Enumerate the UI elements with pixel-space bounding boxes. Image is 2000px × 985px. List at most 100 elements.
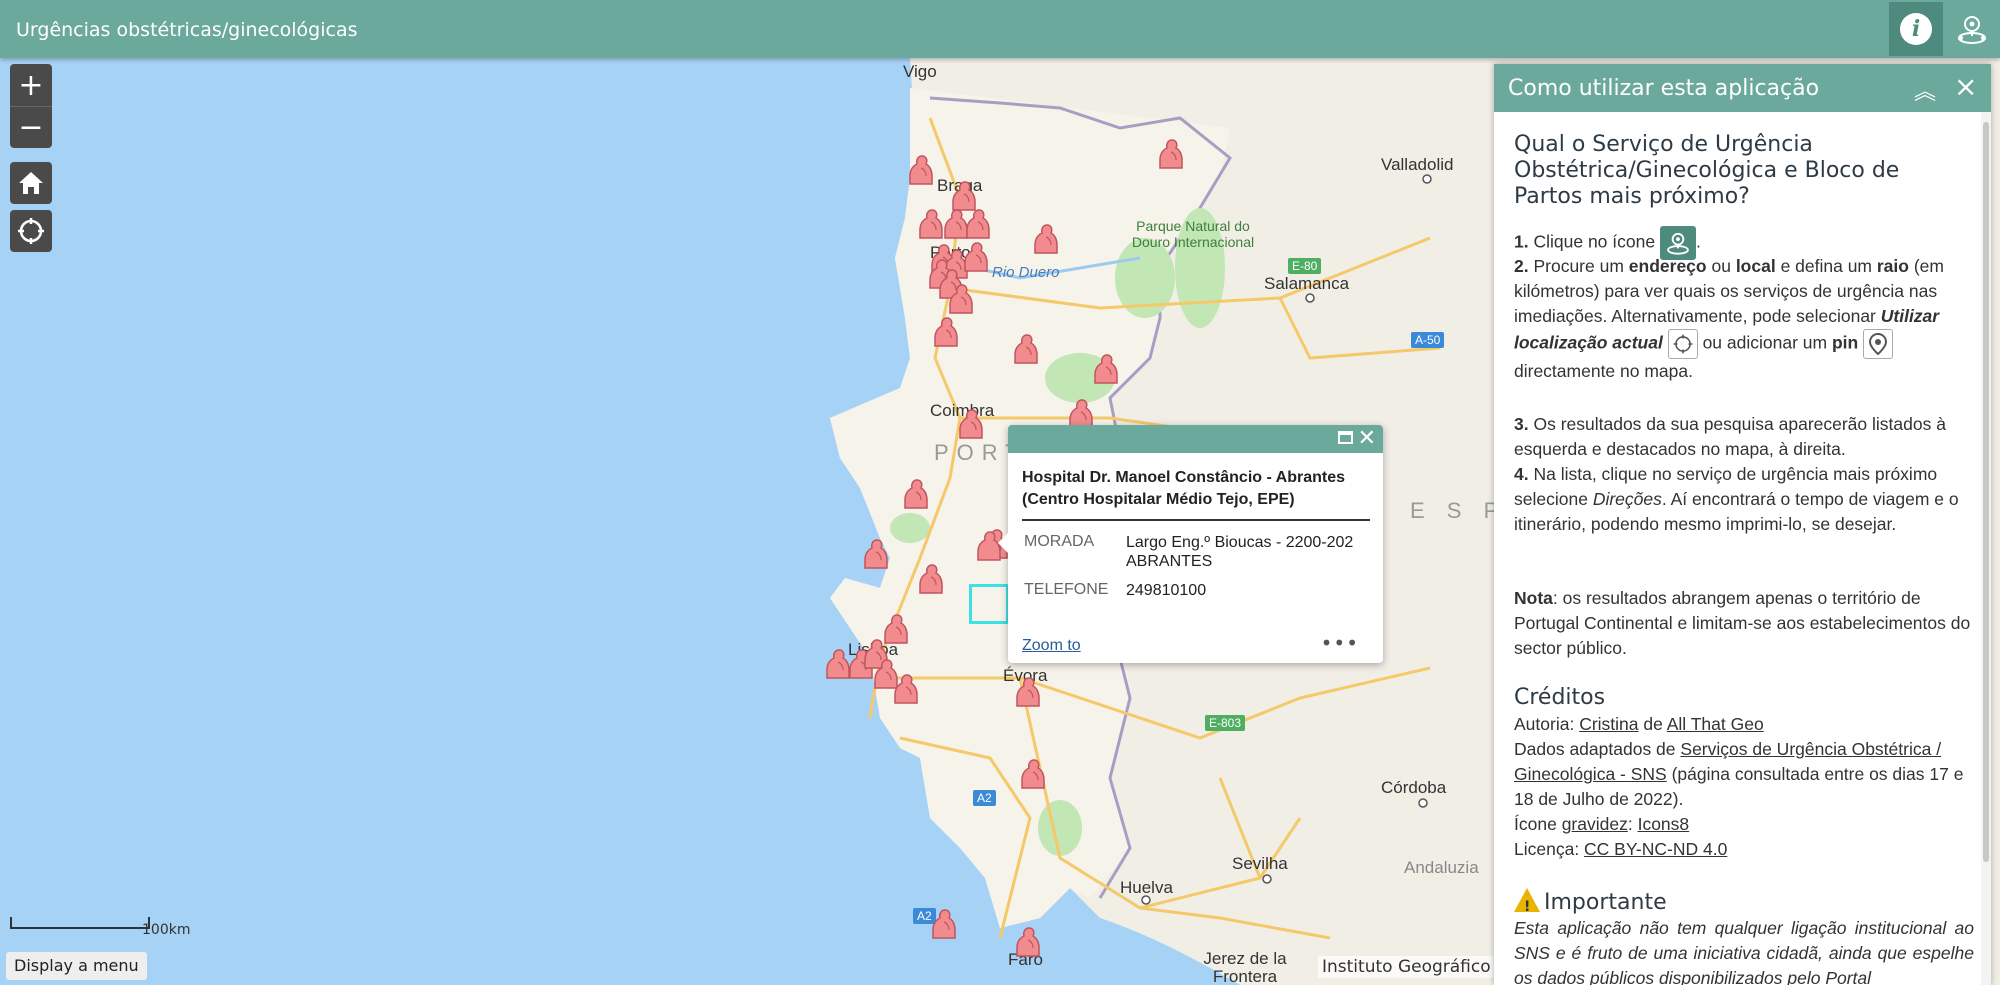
road-a2-north: A2 (973, 790, 996, 806)
app-title: Urgências obstétricas/ginecológicas (16, 19, 358, 41)
scale-label: 100km (142, 922, 191, 938)
author-link[interactable]: Cristina (1579, 714, 1638, 734)
field-value: Largo Eng.º Bioucas - 2200-202 ABRANTES (1126, 534, 1354, 570)
step-3: 3. Os resultados da sua pesquisa aparece… (1514, 412, 1974, 462)
info-button[interactable]: i (1889, 2, 1943, 56)
hospital-marker[interactable] (1010, 333, 1040, 365)
hospital-marker[interactable] (905, 154, 935, 186)
step-bold: endereço (1628, 256, 1707, 276)
field-label: MORADA (1024, 533, 1095, 550)
step-italic: Direções (1592, 489, 1662, 509)
hospital-marker[interactable] (928, 908, 958, 940)
zoom-controls: + − (10, 64, 52, 148)
zoom-to-link[interactable]: Zoom to (1022, 637, 1081, 655)
credits-text: Autoria: Cristina de All That Geo Dados … (1514, 712, 1974, 862)
hospital-popup: ✕ Hospital Dr. Manoel Constâncio - Abran… (998, 425, 1383, 663)
collapse-icon[interactable]: ︽ (1914, 74, 1936, 106)
map-label-valladolid: Valladolid (1381, 155, 1454, 174)
info-icon: i (1900, 13, 1932, 45)
hospital-marker[interactable] (860, 538, 890, 570)
important-label: Importante (1544, 890, 1667, 915)
map-label-salamanca: Salamanca (1264, 274, 1350, 293)
close-icon[interactable]: ✕ (1358, 426, 1376, 451)
hospital-marker[interactable] (1017, 758, 1047, 790)
road-a50: A-50 (1411, 332, 1445, 348)
crosshair-icon (18, 218, 44, 244)
panel-titlebar: Como utilizar esta aplicação ︽ × (1494, 64, 1991, 112)
hospital-marker[interactable] (1155, 138, 1185, 170)
allthatgeo-link[interactable]: All That Geo (1667, 714, 1764, 734)
credit-text: Dados adaptados de (1514, 739, 1681, 759)
credit-text: : (1627, 814, 1638, 834)
app-header: Urgências obstétricas/ginecológicas i (0, 0, 2000, 58)
hospital-marker[interactable] (900, 478, 930, 510)
license-link[interactable]: CC BY-NC-ND 4.0 (1584, 839, 1727, 859)
map-label-andaluzia: Andaluzia (1404, 858, 1479, 877)
step-bold: raio (1876, 256, 1909, 276)
credit-text: Licença: (1514, 839, 1585, 859)
zoom-in-button[interactable]: + (10, 64, 52, 106)
popup-pointer (998, 533, 1008, 553)
locate-button[interactable] (10, 210, 52, 252)
road-e80: E-80 (1288, 258, 1322, 274)
popup-divider (1022, 519, 1370, 521)
panel-scrollbar[interactable] (1981, 112, 1991, 985)
field-label: TELEFONE (1024, 581, 1109, 598)
note-label: Nota (1514, 588, 1553, 608)
map-label-espana: E S P (1410, 498, 1507, 523)
hospital-marker[interactable] (945, 283, 975, 315)
crosshair-icon (1667, 329, 1698, 359)
warning-icon: ! (1514, 888, 1540, 915)
hospital-marker[interactable] (890, 673, 920, 705)
step-text: directamente no mapa. (1514, 361, 1693, 381)
panel-close-icon[interactable]: × (1954, 70, 1977, 103)
step-num: 4. (1514, 464, 1529, 484)
step-bold: pin (1831, 332, 1859, 353)
home-control (10, 162, 52, 204)
important-heading: ! Importante (1514, 888, 1974, 916)
credit-text: de (1638, 714, 1667, 734)
nearby-location-icon (1958, 16, 1986, 44)
credits-heading: Créditos (1514, 685, 1606, 710)
hospital-marker[interactable] (930, 316, 960, 348)
more-options-icon[interactable]: ••• (1321, 631, 1359, 655)
zoom-out-button[interactable]: − (10, 106, 52, 148)
hospital-marker[interactable] (915, 563, 945, 595)
step-text: Clique no ícone (1528, 231, 1660, 252)
home-button[interactable] (10, 162, 52, 204)
hospital-marker[interactable] (955, 408, 985, 440)
panel-note: Nota: os resultados abrangem apenas o te… (1514, 586, 1974, 661)
maximize-icon[interactable] (1338, 431, 1353, 444)
step-num: 1. (1514, 231, 1529, 252)
step-text: ou (1706, 256, 1736, 276)
map-label-rio-douro: Rio Duero (992, 264, 1060, 281)
step-text: Procure um (1528, 256, 1629, 276)
credit-text: Autoria: (1514, 714, 1580, 734)
popup-titlebar: ✕ (1008, 425, 1383, 453)
hospital-marker[interactable] (1030, 223, 1060, 255)
display-menu-button[interactable]: Display a menu (6, 952, 147, 980)
field-value: 249810100 (1126, 582, 1207, 599)
gravidez-link[interactable]: gravidez (1562, 814, 1628, 834)
step-bold: local (1735, 256, 1776, 276)
map-label-jerez: Jerez de la Frontera (1203, 949, 1287, 985)
map-label-cordoba: Córdoba (1381, 778, 1447, 797)
step-text: e defina um (1775, 256, 1877, 276)
hospital-marker[interactable] (1012, 926, 1042, 958)
step-text: . (1695, 231, 1701, 252)
step-text: Os resultados da sua pesquisa aparecerão… (1514, 414, 1946, 459)
map-label-parque: Parque Natural do Douro Internacional (1131, 218, 1255, 250)
nearby-search-button[interactable] (1945, 2, 1999, 56)
map-label-sevilha: Sevilha (1232, 854, 1288, 873)
road-e803: E-803 (1205, 715, 1246, 731)
hospital-marker[interactable] (1090, 353, 1120, 385)
hospital-marker[interactable] (962, 208, 992, 240)
locate-control (10, 210, 52, 252)
map-label-vigo: Vigo (903, 62, 937, 81)
map-label-huelva: Huelva (1120, 878, 1173, 897)
scrollbar-thumb[interactable] (1983, 122, 1989, 862)
hospital-marker[interactable] (1012, 676, 1042, 708)
popup-title: Hospital Dr. Manoel Constâncio - Abrante… (1022, 469, 1346, 508)
icons8-link[interactable]: Icons8 (1638, 814, 1690, 834)
scale-bar (10, 917, 150, 929)
